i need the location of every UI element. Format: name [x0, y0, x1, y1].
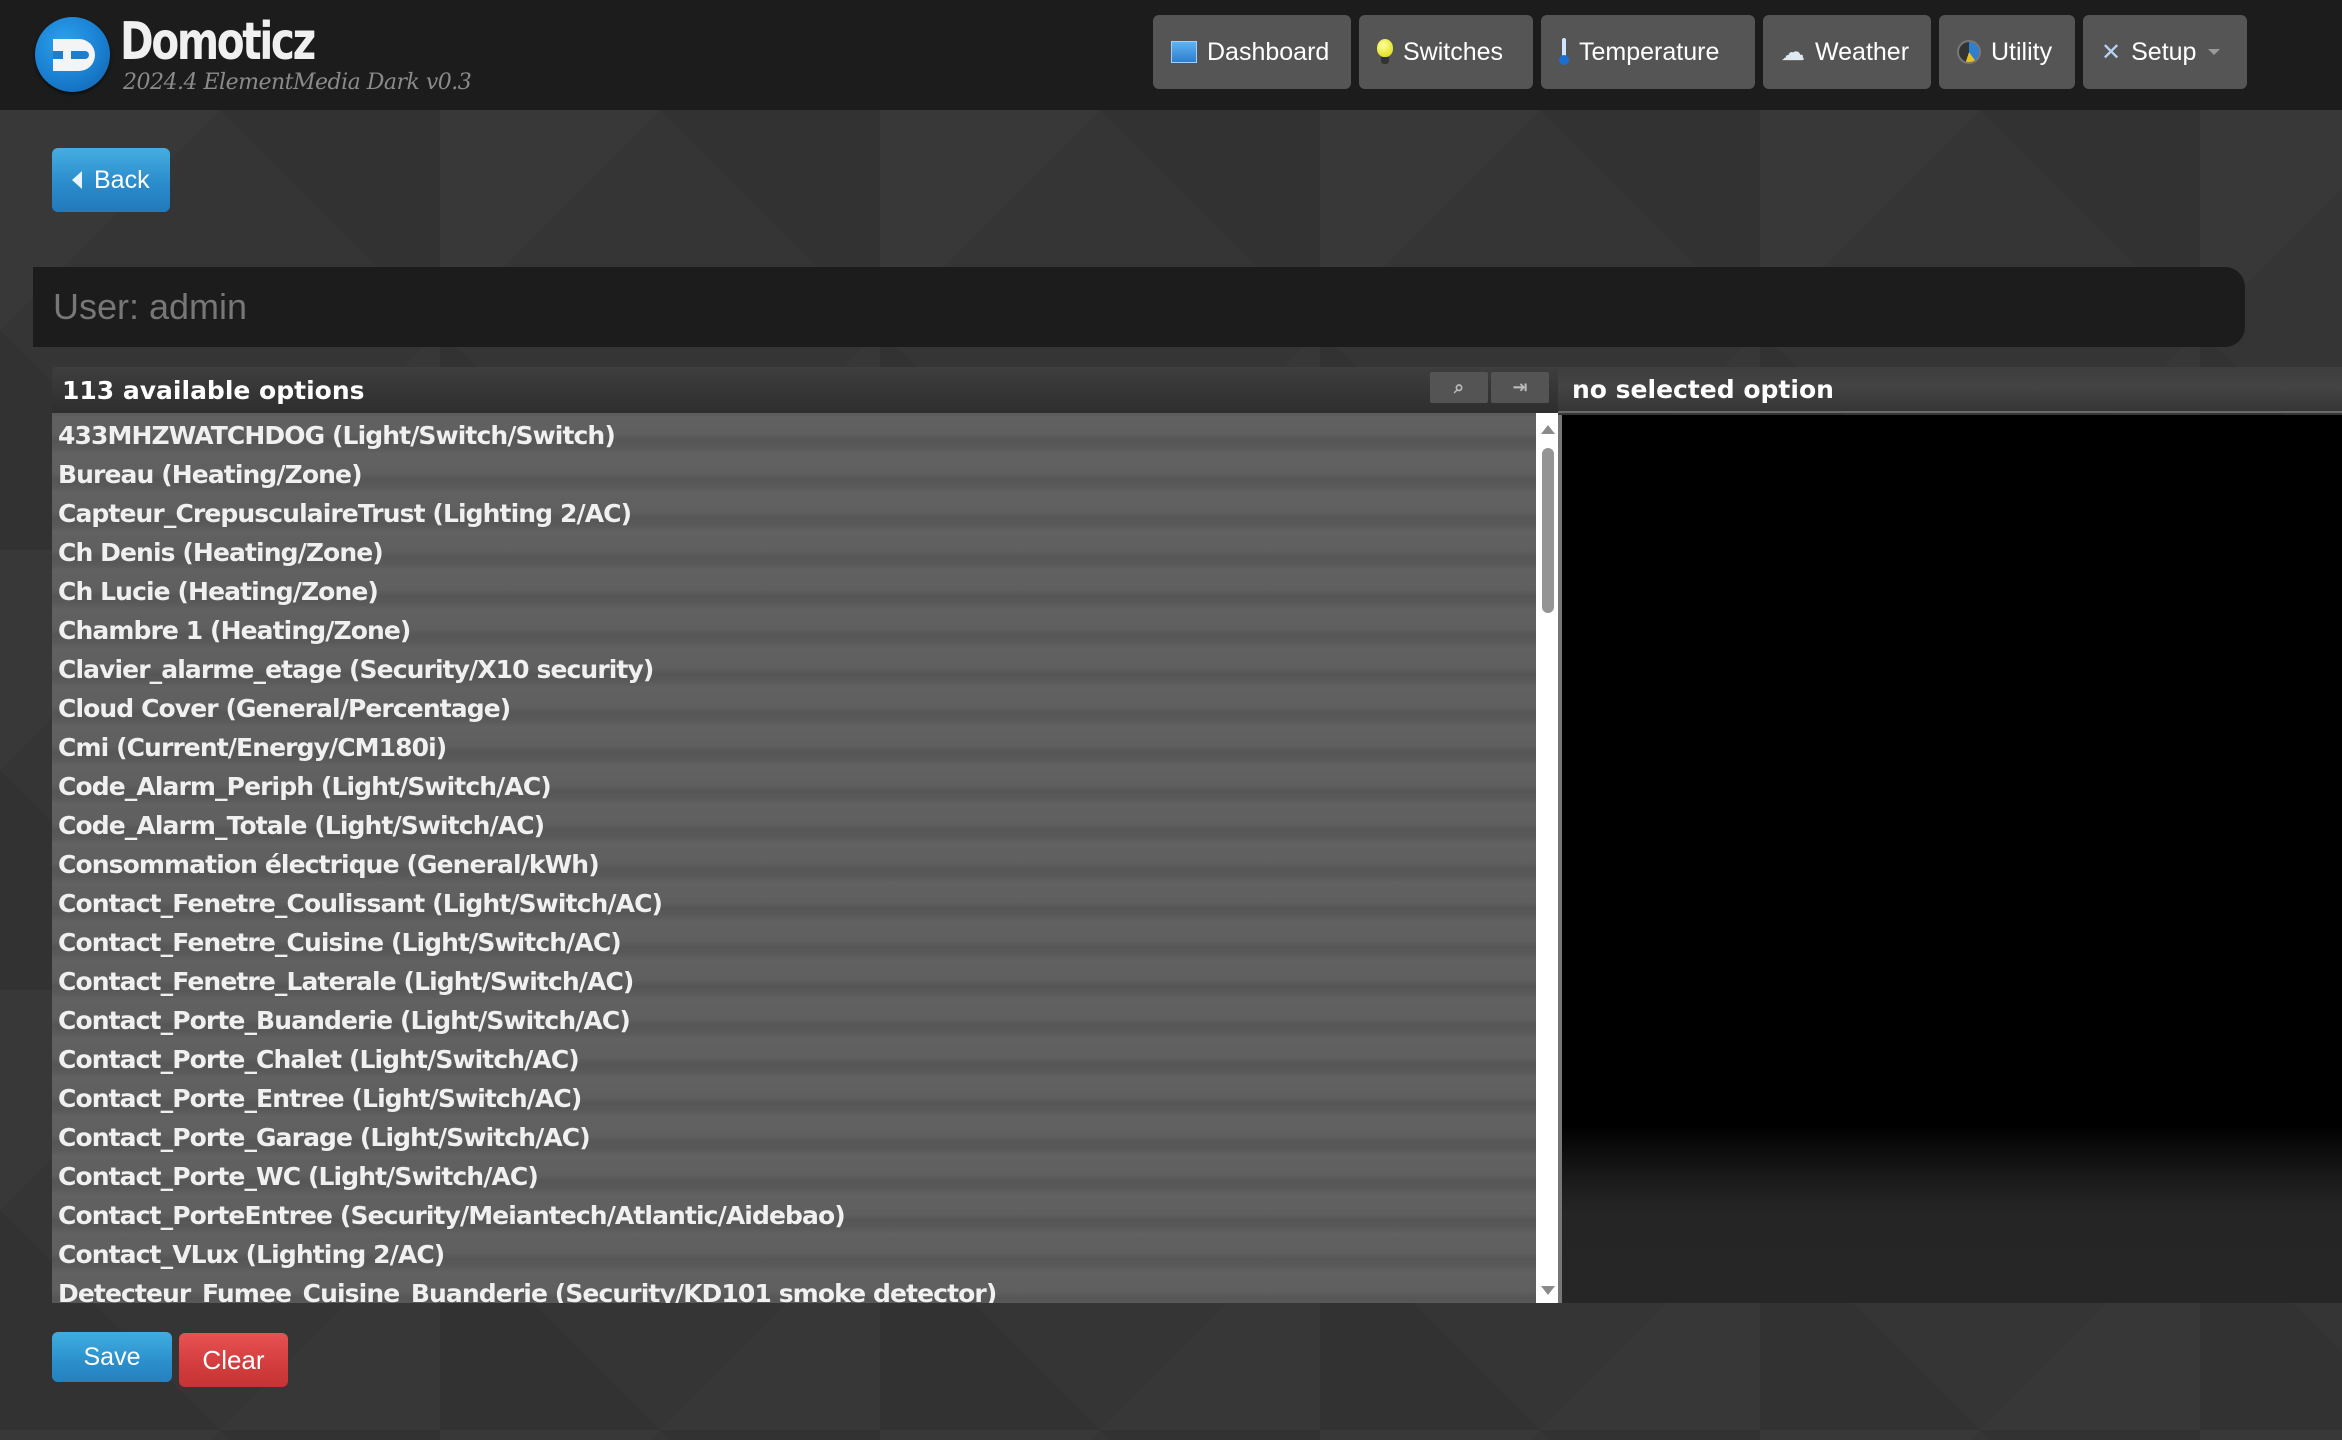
chevron-down-icon	[2208, 49, 2221, 55]
user-title-bar: User: admin	[33, 267, 2245, 347]
list-item[interactable]: Contact_Fenetre_Cuisine (Light/Switch/AC…	[52, 923, 1536, 962]
list-item[interactable]: Contact_Porte_WC (Light/Switch/AC)	[52, 1157, 1536, 1196]
save-button-label: Save	[83, 1342, 141, 1371]
available-count-label: 113 available options	[62, 375, 365, 405]
nav-setup[interactable]: ✕ Setup	[2083, 15, 2247, 89]
list-item[interactable]: Clavier_alarme_etage (Security/X10 secur…	[52, 650, 1536, 689]
nav-temperature[interactable]: Temperature	[1541, 15, 1755, 89]
list-item[interactable]: Ch Denis (Heating/Zone)	[52, 533, 1536, 572]
app-title[interactable]: Domoticz	[120, 12, 316, 72]
nav-temperature-label: Temperature	[1579, 37, 1720, 66]
nav-switches[interactable]: Switches	[1359, 15, 1533, 89]
list-item[interactable]: Contact_Fenetre_Coulissant (Light/Switch…	[52, 884, 1536, 923]
clear-button[interactable]: Clear	[179, 1333, 288, 1387]
selected-options-list[interactable]	[1558, 415, 2342, 1303]
list-item[interactable]: Contact_Porte_Garage (Light/Switch/AC)	[52, 1118, 1536, 1157]
tools-icon: ✕	[2101, 38, 2122, 66]
move-all-right-icon: ⇥	[1512, 377, 1528, 398]
lightbulb-icon	[1377, 39, 1393, 65]
main-nav: Dashboard Switches Temperature ☁ Weather…	[1153, 15, 2247, 89]
available-list-scrollbar[interactable]	[1536, 413, 1558, 1303]
scroll-down-arrow-icon[interactable]	[1541, 1286, 1555, 1295]
list-item[interactable]: Chambre 1 (Heating/Zone)	[52, 611, 1536, 650]
list-item[interactable]: Ch Lucie (Heating/Zone)	[52, 572, 1536, 611]
add-all-button[interactable]: ⇥	[1491, 372, 1549, 403]
list-item[interactable]: Cmi (Current/Energy/CM180i)	[52, 728, 1536, 767]
selected-options-header: no selected option	[1558, 367, 2342, 413]
clear-button-label: Clear	[202, 1344, 265, 1375]
gauge-icon	[1957, 40, 1981, 64]
list-item[interactable]: Consommation électrique (General/kWh)	[52, 845, 1536, 884]
list-item[interactable]: 433MHZWATCHDOG (Light/Switch/Switch)	[52, 416, 1536, 455]
back-button[interactable]: Back	[52, 148, 170, 212]
nav-utility[interactable]: Utility	[1939, 15, 2075, 89]
list-item[interactable]: Contact_Porte_Chalet (Light/Switch/AC)	[52, 1040, 1536, 1079]
domoticz-logo-icon[interactable]	[35, 17, 110, 92]
list-item[interactable]: Code_Alarm_Periph (Light/Switch/AC)	[52, 767, 1536, 806]
top-navbar: Domoticz 2024.4 ElementMedia Dark v0.3 D…	[0, 0, 2342, 110]
app-version-subtitle: 2024.4 ElementMedia Dark v0.3	[123, 70, 472, 95]
search-button[interactable]: ⌕	[1430, 372, 1488, 403]
scroll-up-arrow-icon[interactable]	[1541, 425, 1555, 434]
thermometer-icon	[1559, 38, 1569, 66]
list-item[interactable]: Contact_Fenetre_Laterale (Light/Switch/A…	[52, 962, 1536, 1001]
rain-cloud-icon: ☁	[1781, 38, 1805, 66]
nav-dashboard-label: Dashboard	[1207, 37, 1330, 66]
scrollbar-thumb[interactable]	[1542, 448, 1554, 613]
dashboard-icon	[1171, 41, 1197, 63]
available-options-list[interactable]: 433MHZWATCHDOG (Light/Switch/Switch) Bure…	[52, 413, 1536, 1303]
save-button[interactable]: Save	[52, 1332, 172, 1382]
list-item[interactable]: Detecteur_Fumee_Cuisine_Buanderie (Secur…	[52, 1274, 1536, 1303]
list-item[interactable]: Cloud Cover (General/Percentage)	[52, 689, 1536, 728]
available-options-list-container: 433MHZWATCHDOG (Light/Switch/Switch) Bure…	[52, 413, 1558, 1303]
nav-switches-label: Switches	[1403, 37, 1504, 66]
list-item[interactable]: Contact_VLux (Lighting 2/AC)	[52, 1235, 1536, 1274]
list-item[interactable]: Capteur_CrepusculaireTrust (Lighting 2/A…	[52, 494, 1536, 533]
nav-setup-label: Setup	[2131, 37, 2197, 66]
list-item[interactable]: Code_Alarm_Totale (Light/Switch/AC)	[52, 806, 1536, 845]
nav-weather[interactable]: ☁ Weather	[1763, 15, 1931, 89]
list-item[interactable]: Contact_Porte_Entree (Light/Switch/AC)	[52, 1079, 1536, 1118]
available-options-header: 113 available options ⌕ ⇥	[52, 367, 1558, 413]
selected-count-label: no selected option	[1572, 374, 1834, 404]
user-title: User: admin	[53, 286, 248, 327]
list-item[interactable]: Bureau (Heating/Zone)	[52, 455, 1536, 494]
nav-utility-label: Utility	[1991, 37, 2053, 66]
nav-weather-label: Weather	[1815, 37, 1910, 66]
nav-dashboard[interactable]: Dashboard	[1153, 15, 1351, 89]
list-item[interactable]: Contact_Porte_Buanderie (Light/Switch/AC…	[52, 1001, 1536, 1040]
back-button-label: Back	[94, 165, 150, 194]
list-item[interactable]: Contact_PorteEntree (Security/Meiantech/…	[52, 1196, 1536, 1235]
search-icon: ⌕	[1453, 377, 1465, 398]
triangle-left-icon	[72, 171, 82, 189]
